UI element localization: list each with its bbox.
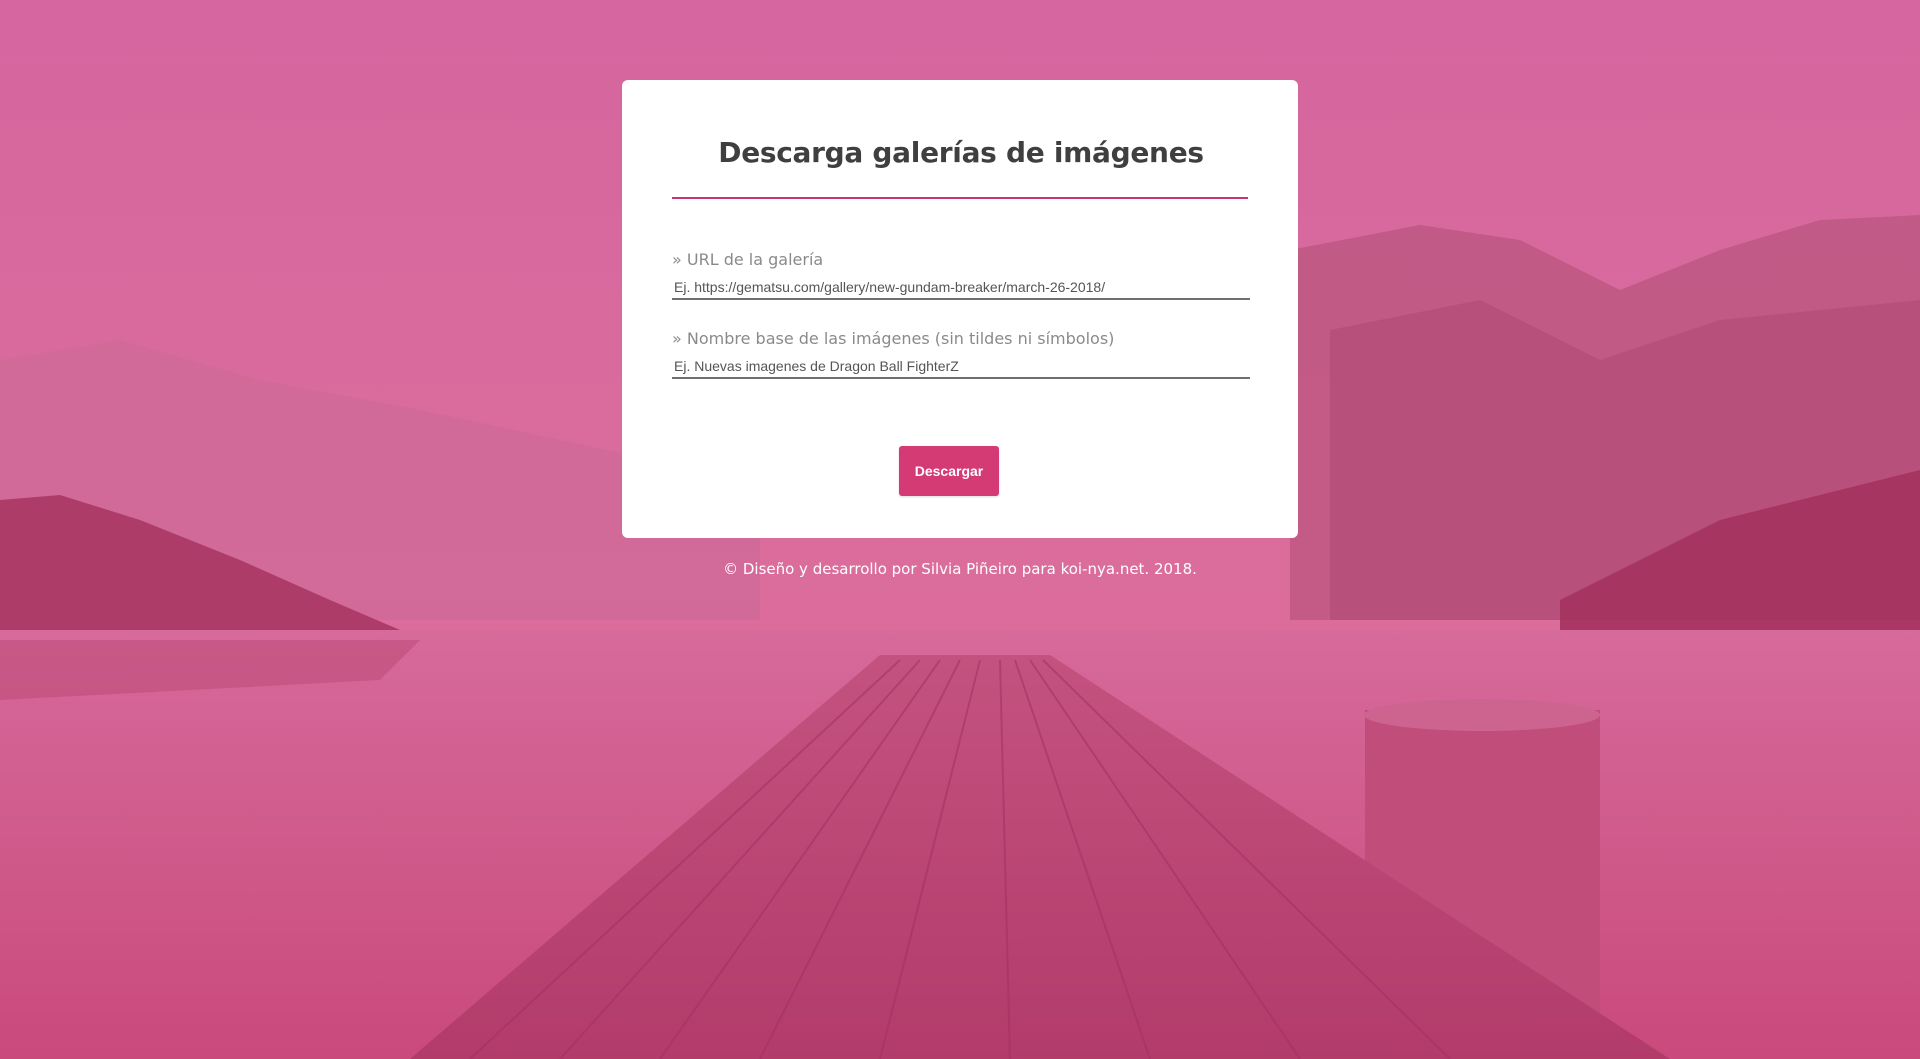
page-title: Descarga galerías de imágenes — [718, 136, 1204, 169]
base-name-field-label: » Nombre base de las imágenes (sin tilde… — [672, 329, 1115, 348]
base-name-field-group: » Nombre base de las imágenes (sin tilde… — [672, 328, 1250, 379]
url-field-label: » URL de la galería — [672, 250, 824, 269]
footer-credits: © Diseño y desarrollo por Silvia Piñeiro… — [723, 560, 1197, 578]
submit-row: Descargar — [672, 446, 1250, 496]
gallery-url-input[interactable] — [672, 276, 1250, 300]
title-divider — [672, 197, 1248, 199]
download-form-card: Descarga galerías de imágenes » URL de l… — [622, 80, 1298, 538]
download-button[interactable]: Descargar — [899, 446, 999, 496]
base-name-input[interactable] — [672, 355, 1250, 379]
url-field-group: » URL de la galería — [672, 249, 1250, 300]
